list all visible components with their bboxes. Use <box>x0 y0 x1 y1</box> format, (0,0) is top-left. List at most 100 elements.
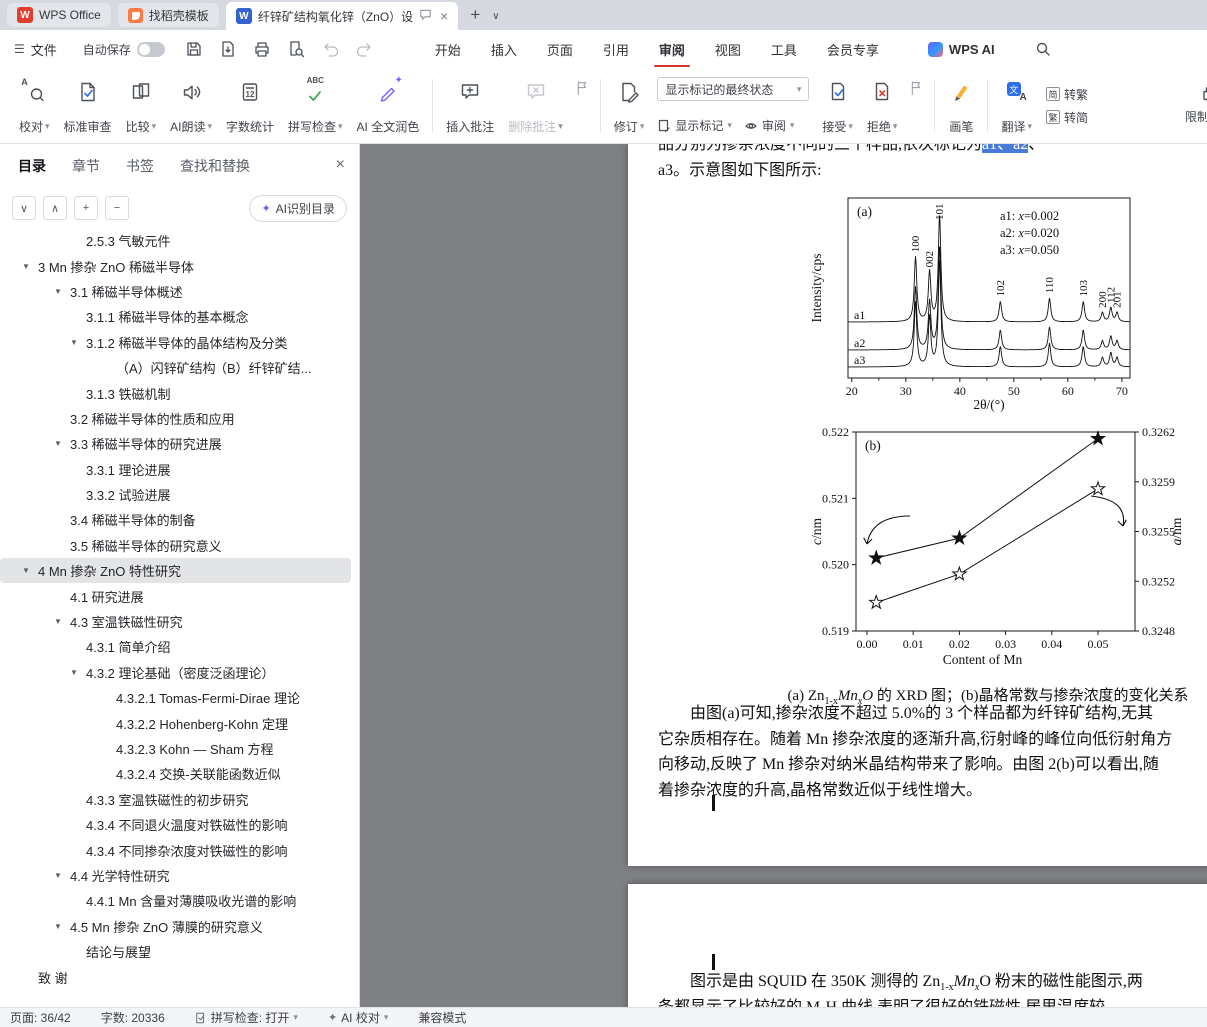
outline-item[interactable]: ▼4.4.1 Mn 含量对薄膜吸收光谱的影响 <box>0 888 359 913</box>
tab-bookmarks[interactable]: 书签 <box>126 156 154 176</box>
close-tab-icon[interactable]: × <box>440 8 448 24</box>
expand-triangle-icon[interactable]: ▼ <box>22 566 38 575</box>
menu-tab-review[interactable]: 审阅 <box>644 30 700 68</box>
expand-triangle-icon[interactable]: ▼ <box>54 922 70 931</box>
outline-item[interactable]: ▼3.1.3 铁磁机制 <box>0 380 359 405</box>
outline-item[interactable]: ▼ 4.3.2 理论基础（密度泛函理论） <box>0 660 359 685</box>
outline-item[interactable]: ▼4.3.4 不同退火温度对铁磁性的影响 <box>0 812 359 837</box>
outline-item[interactable]: ▼3.5 稀磁半导体的研究意义 <box>0 533 359 558</box>
outline-item[interactable]: ▼4.3.2.2 Hohenberg-Kohn 定理 <box>0 710 359 735</box>
body-text-line[interactable]: 由图(a)可知,掺杂浓度不超过 5.0%的 3 个样品都为纤锌矿结构,无其 <box>658 704 1153 724</box>
document-canvas[interactable]: 品分别为掺杂浓度不同的三个样品,依次标记为a1、a2、 a3。示意图如下图所示:… <box>360 144 1207 1007</box>
outline-item[interactable]: ▼致 谢 <box>0 964 359 989</box>
outline-item[interactable]: ▼ 4.5 Mn 掺杂 ZnO 薄膜的研究意义 <box>0 914 359 939</box>
menu-tab-tools[interactable]: 工具 <box>756 30 812 68</box>
body-text-line[interactable]: 图示是由 SQUID 在 350K 测得的 Zn1-xMnxO 粉末的磁性能图示… <box>658 972 1143 998</box>
print-icon[interactable] <box>253 40 272 59</box>
outline-item[interactable]: ▼3.3.2 试验进展 <box>0 482 359 507</box>
markup-state-select[interactable]: 显示标记的最终状态 ▾ <box>657 77 810 101</box>
search-icon[interactable] <box>1035 41 1052 58</box>
output-icon[interactable] <box>219 40 238 59</box>
expand-all-button[interactable]: ∧ <box>43 196 67 220</box>
outline-item[interactable]: ▼ 3 Mn 掺杂 ZnO 稀磁半导体 <box>0 253 359 278</box>
outline-item[interactable]: ▼3.1.1 稀磁半导体的基本概念 <box>0 304 359 329</box>
menu-tab-view[interactable]: 视图 <box>700 30 756 68</box>
collapse-all-button[interactable]: ∨ <box>12 196 36 220</box>
expand-triangle-icon[interactable]: ▼ <box>54 439 70 448</box>
autosave-control[interactable]: 自动保存 <box>83 41 165 58</box>
menu-tab-start[interactable]: 开始 <box>420 30 476 68</box>
tab-list-chevron-icon[interactable]: ∨ <box>492 11 499 22</box>
reject-button[interactable]: 拒绝 ▾ <box>860 73 905 138</box>
body-text-line[interactable]: 条都显示了比较好的 M-H 曲线,表明了很好的铁磁性,居里温度较 <box>658 998 1105 1008</box>
home-tab[interactable]: W WPS Office <box>7 3 111 27</box>
review-pane-button[interactable]: 审阅 ▾ <box>744 117 794 134</box>
expand-triangle-icon[interactable]: ▼ <box>70 668 86 677</box>
outline-item[interactable]: ▼ 4 Mn 掺杂 ZnO 特性研究 <box>0 558 351 584</box>
track-changes-button[interactable]: 修订 ▾ <box>607 73 652 138</box>
outline-item[interactable]: ▼结论与展望 <box>0 939 359 964</box>
print-preview-icon[interactable] <box>287 40 306 59</box>
zoom-in-outline-button[interactable]: + <box>74 196 98 220</box>
outline-item[interactable]: ▼2.5.3 气敏元件 <box>0 228 359 253</box>
outline-item[interactable]: ▼4.3.2.3 Kohn — Sham 方程 <box>0 736 359 761</box>
comment-bubble-icon[interactable] <box>419 8 432 24</box>
expand-triangle-icon[interactable]: ▼ <box>70 338 86 347</box>
document-tab[interactable]: W 纤锌矿结构氧化锌（ZnO）设 × <box>225 2 459 30</box>
compare-button[interactable]: 比较 ▾ <box>119 73 164 138</box>
ai-polish-button[interactable]: ✦ AI 全文润色 <box>350 73 427 138</box>
outline-item[interactable]: ▼4.3.2.1 Tomas-Fermi-Dirae 理论 <box>0 685 359 710</box>
standard-review-button[interactable]: 标准审查 <box>57 73 119 138</box>
new-tab-button[interactable]: + <box>470 5 480 25</box>
outline-item[interactable]: ▼4.3.4 不同掺杂浓度对铁磁性的影响 <box>0 837 359 862</box>
translate-button[interactable]: 文A 翻译 ▾ <box>994 73 1039 138</box>
spellcheck-status[interactable]: 拼写检查: 打开 ▾ <box>195 1009 298 1026</box>
body-text-line[interactable]: a3。示意图如下图所示: <box>658 161 822 181</box>
restrict-edit-button[interactable]: 限制编辑 <box>1178 73 1207 128</box>
page-36[interactable]: 品分别为掺杂浓度不同的三个样品,依次标记为a1、a2、 a3。示意图如下图所示:… <box>628 144 1207 866</box>
to-traditional-button[interactable]: 简 转繁 <box>1045 86 1088 103</box>
body-text-line[interactable]: 品分别为掺杂浓度不同的三个样品,依次标记为a1、a2、 <box>658 144 1044 155</box>
expand-triangle-icon[interactable]: ▼ <box>54 871 70 880</box>
menu-tab-page[interactable]: 页面 <box>532 30 588 68</box>
menu-tab-insert[interactable]: 插入 <box>476 30 532 68</box>
outline-item[interactable]: ▼3.3.1 理论进展 <box>0 457 359 482</box>
show-markup-button[interactable]: 显示标记 ▾ <box>657 117 732 134</box>
ai-recognize-toc-button[interactable]: ✦ AI识别目录 <box>249 194 347 222</box>
template-tab[interactable]: 找稻壳模板 <box>117 3 219 27</box>
ai-proofread-status[interactable]: ✦ AI 校对 ▾ <box>328 1009 388 1026</box>
outline-item[interactable]: ▼4.3.3 室温铁磁性的初步研究 <box>0 787 359 812</box>
page-indicator[interactable]: 页面: 36/42 <box>10 1009 71 1026</box>
outline-item[interactable]: ▼4.1 研究进展 <box>0 583 359 608</box>
menu-tab-membership[interactable]: 会员专享 <box>812 30 894 68</box>
insert-comment-button[interactable]: 插入批注 <box>439 73 501 138</box>
tab-contents[interactable]: 目录 <box>18 156 46 176</box>
menu-tab-reference[interactable]: 引用 <box>588 30 644 68</box>
outline-item[interactable]: ▼3.2 稀磁半导体的性质和应用 <box>0 406 359 431</box>
autosave-toggle[interactable] <box>136 41 165 57</box>
close-sidebar-icon[interactable]: × <box>336 156 345 174</box>
outline-item[interactable]: ▼ 4.4 光学特性研究 <box>0 863 359 888</box>
tab-find-replace[interactable]: 查找和替换 <box>180 156 250 176</box>
accept-button[interactable]: 接受 ▾ <box>815 73 860 138</box>
selected-text[interactable]: a1、a2 <box>982 144 1029 153</box>
highlight-pen-button[interactable]: 画笔 <box>941 73 981 138</box>
ai-read-aloud-button[interactable]: AI朗读 ▾ <box>163 73 219 138</box>
outline-item[interactable]: ▼4.3.1 简单介绍 <box>0 634 359 659</box>
save-icon[interactable] <box>185 40 204 59</box>
spell-check-button[interactable]: ABC 拼写检查 ▾ <box>281 73 350 138</box>
file-menu[interactable]: ☰ 文件 <box>14 40 57 59</box>
outline-item[interactable]: ▼3.4 稀磁半导体的制备 <box>0 507 359 532</box>
page-37[interactable]: 图示是由 SQUID 在 350K 测得的 Zn1-xMnxO 粉末的磁性能图示… <box>628 884 1207 1007</box>
body-text-line[interactable]: 向移动,反映了 Mn 掺杂对纳米晶结构带来了影响。由图 2(b)可以看出,随 <box>658 755 1159 775</box>
revision-flag-button[interactable] <box>904 73 928 138</box>
outline-item[interactable]: ▼ 3.1.2 稀磁半导体的晶体结构及分类 <box>0 330 359 355</box>
outline-item[interactable]: ▼ 4.3 室温铁磁性研究 <box>0 609 359 634</box>
outline-item[interactable]: ▼（A）闪锌矿结构（B）纤锌矿结... <box>0 355 359 380</box>
expand-triangle-icon[interactable]: ▼ <box>54 287 70 296</box>
outline-item-label[interactable]: （B）纤锌矿结... <box>214 358 312 377</box>
body-text-line[interactable]: 它杂质相存在。随着 Mn 掺杂浓度的逐渐升高,衍射峰的峰位向低衍射角方 <box>658 730 1172 750</box>
outline-item[interactable]: ▼ 3.3 稀磁半导体的研究进展 <box>0 431 359 456</box>
wps-ai-button[interactable]: WPS AI <box>927 41 995 57</box>
expand-triangle-icon[interactable]: ▼ <box>54 617 70 626</box>
